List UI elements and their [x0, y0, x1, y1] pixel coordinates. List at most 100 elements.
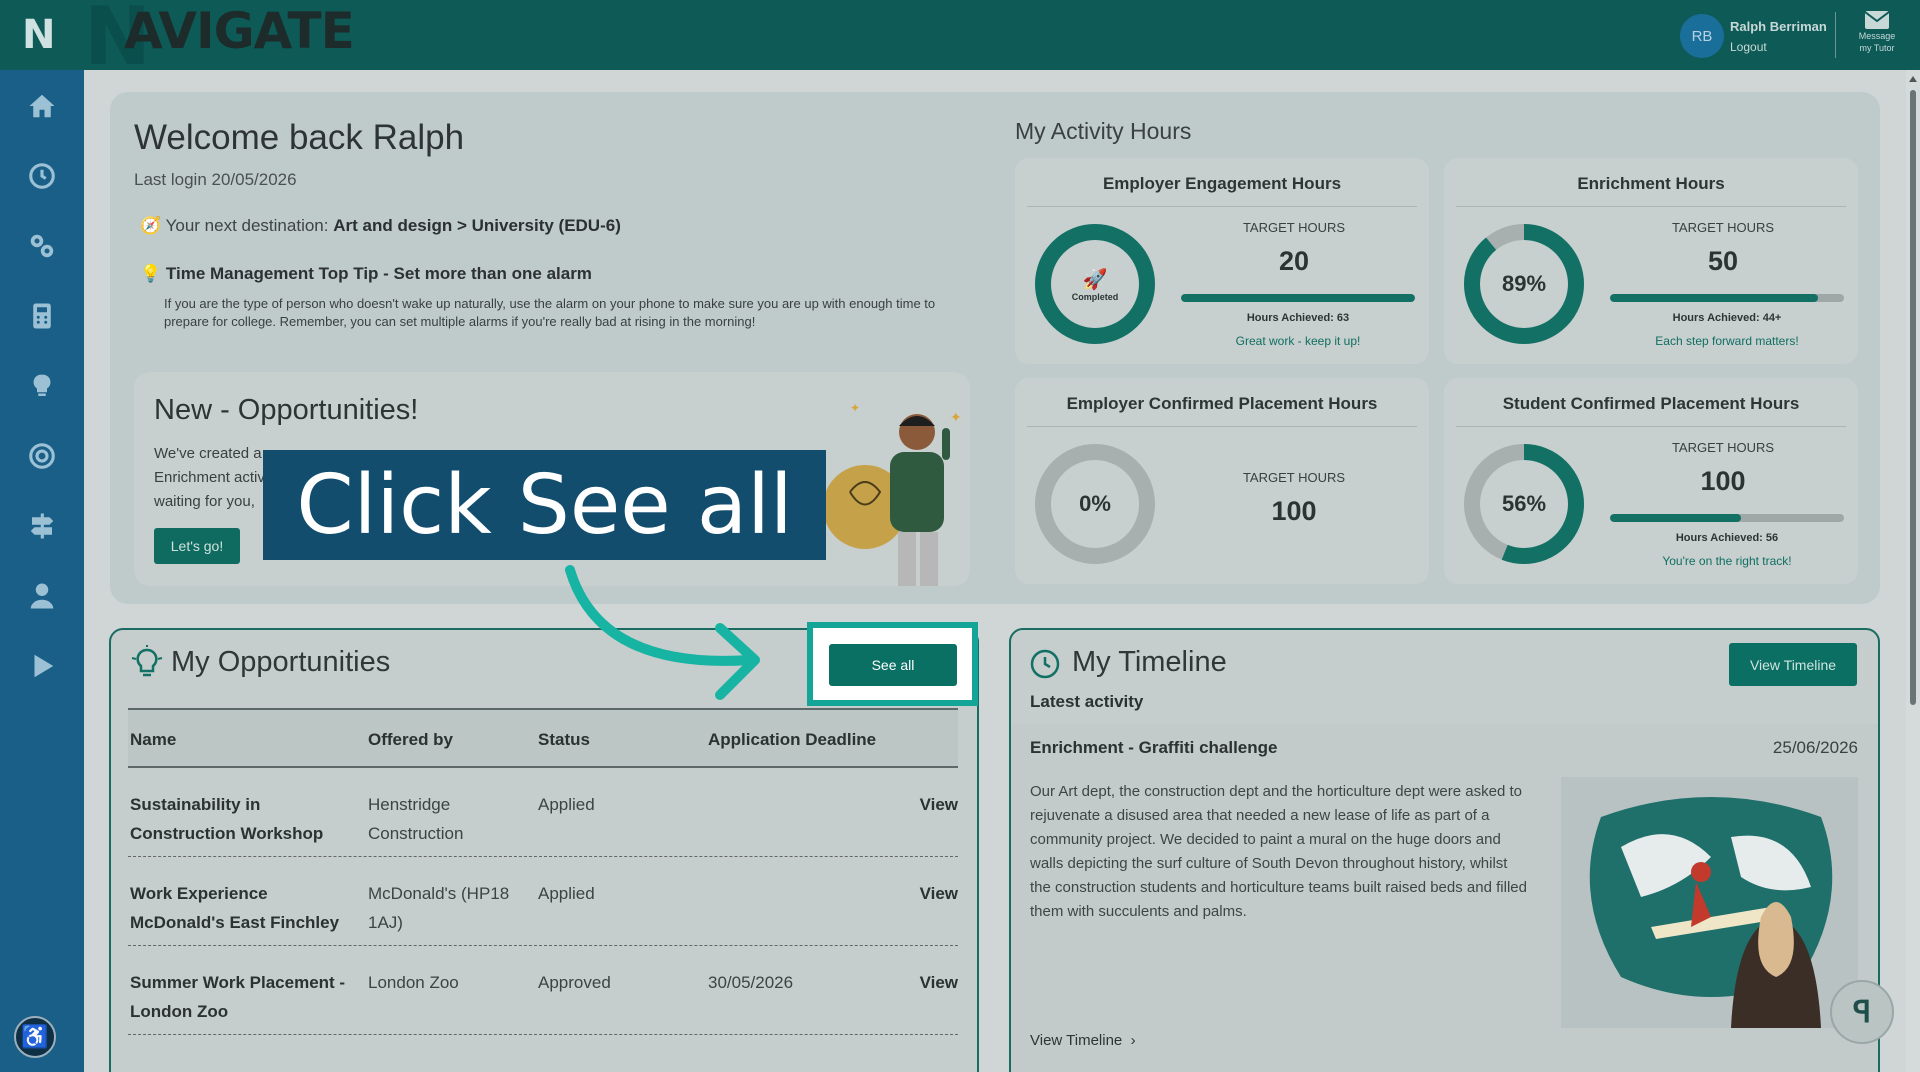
opportunity-offered-by: Henstridge Construction — [368, 795, 464, 843]
rocket-icon: 🚀 — [1082, 268, 1108, 291]
top-bar: N N AVIGATE RB Ralph Berriman Logout Mes… — [0, 0, 1920, 83]
page-scrollbar[interactable] — [1906, 70, 1920, 1072]
hours-progress-bar — [1181, 294, 1415, 302]
table-row: Work Experience McDonald's East Finchley… — [128, 857, 958, 946]
see-all-button[interactable]: See all — [829, 644, 957, 686]
sidebar-item-media[interactable] — [18, 642, 66, 690]
opportunity-status: Approved — [538, 973, 611, 992]
target-hours-value: 20 — [1278, 246, 1310, 276]
target-hours-value: 100 — [1271, 496, 1317, 526]
view-opportunity-link[interactable]: View — [920, 879, 958, 908]
view-opportunity-link[interactable]: View — [920, 790, 958, 819]
opportunities-table-header: Name Offered by Status Application Deadl… — [128, 708, 958, 768]
view-timeline-link[interactable]: View Timeline › — [1030, 1032, 1136, 1049]
completed-badge: 🚀 Completed — [1033, 222, 1157, 346]
view-timeline-link-label[interactable]: View Timeline — [1030, 1032, 1122, 1049]
column-header-deadline[interactable]: Application Deadline — [708, 730, 876, 750]
opportunity-offered-by: London Zoo — [368, 973, 459, 992]
lightbulb-icon — [33, 374, 51, 396]
sidebar-item-history[interactable] — [18, 152, 66, 200]
chat-logo-icon: ꟼ — [1852, 995, 1872, 1029]
completed-label: Completed — [1071, 291, 1119, 302]
encouragement-message: Great work - keep it up! — [1235, 334, 1361, 348]
column-header-name[interactable]: Name — [130, 730, 176, 750]
card-title: Enrichment Hours — [1577, 174, 1725, 193]
hours-achieved: Hours Achieved: 56 — [1675, 532, 1779, 544]
view-timeline-button[interactable]: View Timeline — [1729, 643, 1857, 686]
target-hours-label: TARGET HOURS — [1671, 440, 1775, 455]
user-name: Ralph Berriman — [1730, 19, 1827, 34]
sidebar-item-home[interactable] — [18, 82, 66, 130]
lightbulb-tip-icon: 💡 — [140, 264, 162, 283]
calculator-icon — [33, 303, 51, 329]
tip-title-text: Time Management Top Tip - Set more than … — [165, 264, 592, 283]
new-opportunities-title: New - Opportunities! — [154, 394, 419, 426]
gears-icon — [30, 234, 54, 258]
chevron-right-icon: › — [1126, 1032, 1136, 1049]
my-opportunities-title: My Opportunities — [171, 646, 391, 678]
table-row: Sustainability in Construction Workshop … — [128, 768, 958, 857]
donut-percentage: 56% — [1501, 491, 1547, 516]
brand-logo: N AVIGATE — [84, 0, 374, 83]
user-icon — [30, 583, 54, 609]
timeline-entry-text: Our Art dept, the construction dept and … — [1030, 783, 1527, 920]
avatar[interactable]: RB — [1680, 14, 1724, 58]
sidebar-item-calculator[interactable] — [18, 292, 66, 340]
destination-label: Your next destination: — [165, 216, 329, 235]
opportunity-status: Applied — [538, 795, 595, 814]
scroll-thumb[interactable] — [1910, 90, 1916, 705]
opportunity-name: Work Experience McDonald's East Finchley — [130, 884, 340, 932]
target-hours-value: 50 — [1707, 246, 1739, 276]
card-divider — [1456, 206, 1846, 207]
brand-word: AVIGATE — [124, 2, 355, 60]
last-login: Last login 20/05/2026 — [134, 170, 297, 189]
sidebar-item-opportunities[interactable] — [18, 362, 66, 410]
lets-go-button[interactable]: Let's go! — [154, 528, 240, 564]
donut-percentage: 89% — [1501, 271, 1547, 296]
page-title: Welcome back Ralph — [134, 118, 465, 157]
app-logo[interactable]: N — [22, 12, 55, 58]
activity-hours-title: My Activity Hours — [1015, 118, 1192, 144]
logout-link[interactable]: Logout — [1730, 40, 1767, 54]
view-opportunity-link[interactable]: View — [920, 968, 958, 997]
mural-photo — [1561, 777, 1858, 1028]
donut-percentage: 0% — [1079, 491, 1111, 516]
signpost-icon — [30, 513, 54, 539]
timeline-entry-date: 25/06/2026 — [1772, 738, 1858, 757]
timeline-entry-title: Enrichment - Graffiti challenge — [1030, 738, 1278, 757]
scroll-up-arrow-icon[interactable] — [1909, 76, 1917, 82]
clock-icon — [1030, 649, 1060, 679]
clock-icon — [29, 163, 55, 189]
hours-achieved: Hours Achieved: 44+ — [1672, 312, 1782, 324]
employer-engagement-card: Employer Engagement Hours 🚀 Completed TA… — [1015, 158, 1429, 364]
target-icon — [29, 443, 55, 469]
target-hours-label: TARGET HOURS — [1242, 220, 1346, 235]
sidebar-item-skills[interactable] — [18, 222, 66, 270]
target-hours-label: TARGET HOURS — [1671, 220, 1775, 235]
sidebar-item-pathways[interactable] — [18, 502, 66, 550]
sidebar-item-profile[interactable] — [18, 572, 66, 620]
target-hours-label: TARGET HOURS — [1242, 470, 1346, 485]
encouragement-message: You're on the right track! — [1662, 554, 1792, 568]
column-header-status[interactable]: Status — [538, 730, 590, 750]
column-header-offered-by[interactable]: Offered by — [368, 730, 453, 750]
opportunity-name: Sustainability in Construction Workshop — [130, 795, 324, 843]
card-title: Employer Engagement Hours — [1102, 174, 1342, 193]
message-tutor-button[interactable]: Message my Tutor — [1852, 10, 1902, 54]
header-divider — [1835, 12, 1836, 58]
opportunity-deadline: 30/05/2026 — [708, 973, 794, 992]
tutorial-callout: Click See all — [263, 450, 826, 560]
play-icon — [34, 654, 54, 678]
compass-icon: 🧭 — [140, 216, 162, 235]
card-divider — [1027, 426, 1417, 427]
help-chat-button[interactable]: ꟼ — [1830, 980, 1894, 1044]
destination-value: Art and design > University (EDU-6) — [333, 216, 621, 235]
accessibility-button[interactable]: ♿ — [14, 1016, 56, 1058]
tip-text: If you are the type of person who doesn'… — [164, 296, 936, 329]
hours-progress-bar — [1610, 514, 1844, 522]
home-icon — [29, 94, 55, 118]
hours-achieved: Hours Achieved: 63 — [1246, 312, 1350, 324]
sidebar-item-goals[interactable] — [18, 432, 66, 480]
hours-progress-bar — [1610, 294, 1844, 302]
opportunity-status: Applied — [538, 884, 595, 903]
